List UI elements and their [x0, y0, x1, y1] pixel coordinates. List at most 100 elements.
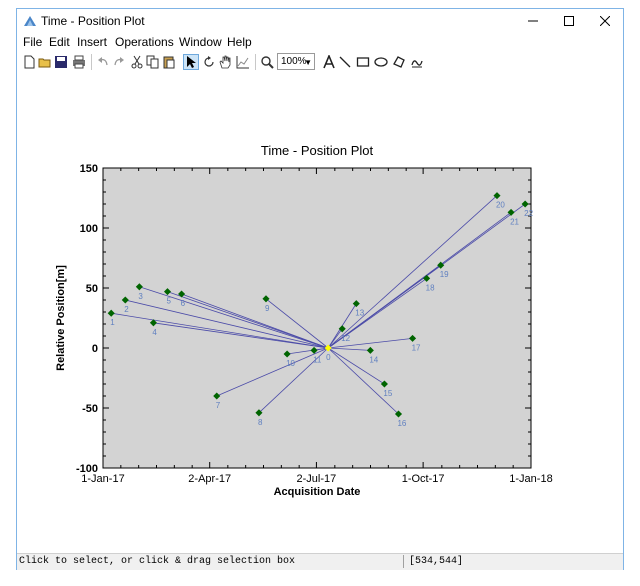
- polygon-tool-button[interactable]: [391, 54, 407, 70]
- new-icon: [24, 55, 35, 69]
- paste-button[interactable]: [161, 54, 177, 70]
- menu-operations[interactable]: Operations: [115, 35, 174, 49]
- x-tick-label: 1-Jan-17: [81, 473, 124, 485]
- line-icon: [339, 56, 351, 68]
- toolbar: 100% ▼: [17, 51, 623, 73]
- menu-insert[interactable]: Insert: [77, 35, 107, 49]
- undo-icon: [98, 57, 108, 66]
- point-label: 1: [110, 318, 115, 327]
- point-label: 7: [216, 401, 221, 410]
- redo-button[interactable]: [111, 54, 127, 70]
- point-label: 20: [496, 201, 505, 210]
- zoom-level-select[interactable]: 100% ▼: [277, 53, 315, 70]
- ellipse-icon: [374, 57, 388, 67]
- rotate-button[interactable]: [201, 54, 217, 70]
- minimize-button[interactable]: [515, 9, 551, 33]
- point-label: 6: [181, 299, 186, 308]
- status-bar: Click to select, or click & drag selecti…: [17, 553, 623, 570]
- x-tick-label: 1-Oct-17: [402, 473, 445, 485]
- title-bar[interactable]: Time - Position Plot: [17, 9, 623, 33]
- menu-edit[interactable]: Edit: [49, 35, 70, 49]
- line-tool-button[interactable]: [337, 54, 353, 70]
- time-position-chart[interactable]: Time - Position Plot-100-500501001501-Ja…: [17, 75, 623, 549]
- point-label: 10: [286, 359, 295, 368]
- print-button[interactable]: [71, 54, 87, 70]
- paste-icon: [163, 56, 175, 69]
- master-point-label: 0: [326, 353, 331, 362]
- select-button[interactable]: [183, 54, 199, 70]
- point-label: 18: [426, 283, 435, 292]
- polygon-icon: [393, 56, 405, 68]
- menu-bar: File Edit Insert Operations Window Help: [17, 33, 623, 51]
- data-cursor-icon: [236, 56, 249, 69]
- y-axis-label: Relative Position[m]: [55, 265, 67, 371]
- point-label: 3: [138, 292, 143, 301]
- point-label: 21: [510, 217, 519, 226]
- plot-area: [102, 167, 532, 469]
- undo-button[interactable]: [95, 54, 111, 70]
- chevron-down-icon: ▼: [304, 58, 312, 67]
- menu-file[interactable]: File: [23, 35, 42, 49]
- open-button[interactable]: [37, 54, 53, 70]
- y-tick-label: 150: [80, 163, 98, 175]
- point-label: 19: [440, 270, 449, 279]
- toolbar-separator: [255, 54, 256, 70]
- cut-button[interactable]: [129, 54, 145, 70]
- copy-button[interactable]: [145, 54, 161, 70]
- cursor-coordinates: [534,544]: [409, 556, 464, 567]
- copy-icon: [146, 55, 159, 69]
- plot-canvas[interactable]: Time - Position Plot -100 -50 0 50 100 150 1-Ja…: [17, 75, 623, 549]
- select-arrow-icon: [187, 56, 196, 68]
- data-cursor-button[interactable]: [235, 54, 251, 70]
- x-tick-label: 1-Jan-18: [509, 473, 552, 485]
- rectangle-icon: [356, 57, 370, 67]
- close-button[interactable]: [587, 9, 623, 33]
- y-tick-label: 50: [86, 283, 98, 295]
- y-tick-label: -50: [82, 403, 98, 415]
- point-label: 12: [341, 334, 350, 343]
- zoom-icon: [261, 56, 274, 69]
- status-message: Click to select, or click & drag selecti…: [19, 556, 296, 567]
- save-button[interactable]: [53, 54, 69, 70]
- open-icon: [38, 58, 51, 68]
- menu-window[interactable]: Window: [179, 35, 222, 49]
- text-icon: [323, 55, 335, 69]
- new-button[interactable]: [21, 54, 37, 70]
- app-icon: [24, 16, 36, 26]
- redo-icon: [114, 57, 124, 66]
- maximize-button[interactable]: [551, 9, 587, 33]
- x-tick-label: 2-Jul-17: [297, 473, 337, 485]
- pan-hand-icon: [219, 55, 231, 69]
- freehand-tool-button[interactable]: [409, 54, 425, 70]
- chart-title: Time - Position Plot: [261, 143, 374, 158]
- ellipse-tool-button[interactable]: [373, 54, 389, 70]
- x-axis-label: Acquisition Date: [274, 486, 361, 498]
- y-tick-label: 0: [92, 343, 98, 355]
- point-label: 8: [258, 418, 263, 427]
- cut-icon: [131, 55, 143, 69]
- menu-help[interactable]: Help: [227, 35, 252, 49]
- x-tick-label: 2-Apr-17: [188, 473, 231, 485]
- point-label: 4: [152, 328, 157, 337]
- point-label: 16: [397, 419, 406, 428]
- window-title: Time - Position Plot: [41, 14, 145, 28]
- toolbar-separator: [91, 54, 92, 70]
- minimize-icon: [528, 20, 538, 22]
- point-label: 13: [355, 309, 364, 318]
- close-icon: [600, 16, 610, 26]
- status-separator: [403, 555, 404, 568]
- rotate-icon: [204, 56, 214, 67]
- point-label: 9: [265, 304, 270, 313]
- text-tool-button[interactable]: [321, 54, 337, 70]
- save-icon: [55, 56, 67, 68]
- point-label: 17: [412, 343, 421, 352]
- print-icon: [73, 55, 85, 69]
- maximize-icon: [564, 16, 574, 26]
- pan-button[interactable]: [217, 54, 233, 70]
- zoom-level-value: 100%: [281, 56, 307, 67]
- y-tick-label: 100: [80, 223, 98, 235]
- zoom-button[interactable]: [259, 54, 275, 70]
- point-label: 5: [166, 297, 171, 306]
- rectangle-tool-button[interactable]: [355, 54, 371, 70]
- point-label: 11: [313, 355, 322, 364]
